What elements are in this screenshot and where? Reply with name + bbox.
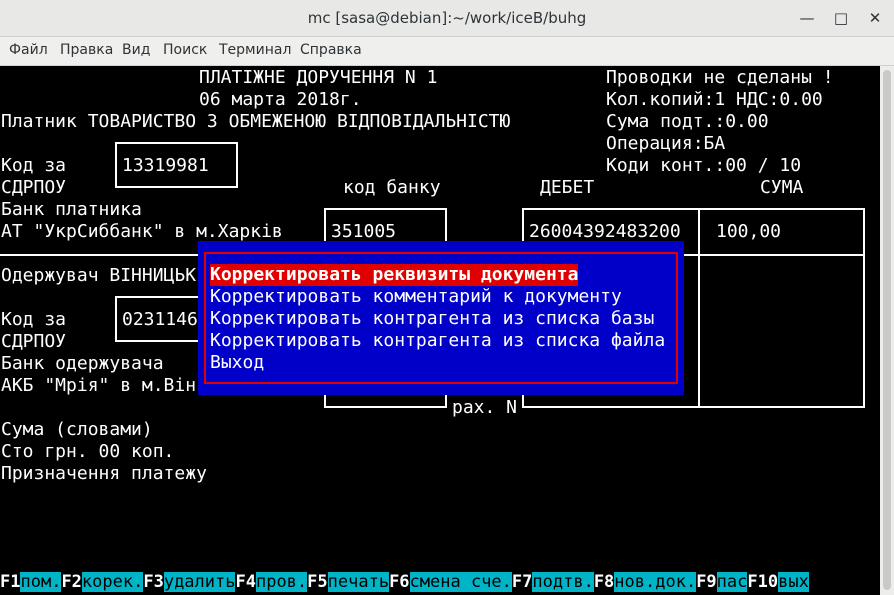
fkey-f3-label[interactable]: удалить xyxy=(163,572,236,592)
fkey-f4[interactable]: F4 xyxy=(235,572,255,592)
operation: Операция:БА xyxy=(606,133,726,154)
fkey-f2[interactable]: F2 xyxy=(61,572,81,592)
payer-code-value: 13319981 xyxy=(122,155,209,176)
recipient-code-value: 0231146 xyxy=(122,309,198,330)
fkey-f9-label[interactable]: пас xyxy=(716,572,748,592)
recipient-name: Одержувач ВІННИЦЬК xyxy=(1,265,197,286)
recipient-divider xyxy=(0,254,200,256)
menu-view[interactable]: Вид xyxy=(122,42,150,58)
payer-code-label: Код за xyxy=(1,155,67,176)
menu-item-edit-counterparty-db[interactable]: Корректировать контрагента из списка баз… xyxy=(210,308,654,330)
payer-bank-code: 351005 xyxy=(331,221,397,242)
fkey-f6-label[interactable]: смена сче. xyxy=(409,572,512,592)
fkey-f7-label[interactable]: подтв. xyxy=(532,572,594,592)
fkey-f2-label[interactable]: корек. xyxy=(81,572,144,592)
sum-words-label: Сума (словами) xyxy=(1,419,153,440)
bank-code-label: код банку xyxy=(343,177,441,198)
minimize-button[interactable]: — xyxy=(796,8,818,28)
contract-codes: Коди конт.:00 / 10 xyxy=(606,155,802,176)
doc-date: 06 марта 2018г. xyxy=(199,89,362,110)
debit-label: ДЕБЕТ xyxy=(540,177,595,198)
fkey-f1-label[interactable]: пом. xyxy=(20,572,62,592)
purpose-label: Призначення платежу xyxy=(1,463,207,484)
fkey-f8[interactable]: F8 xyxy=(594,572,614,592)
window-title: mc [sasa@debian]:~/work/iceB/buhg xyxy=(307,9,587,27)
menu-bar: Файл Правка Вид Поиск Терминал Справка xyxy=(0,37,894,66)
scrollbar-thumb[interactable] xyxy=(883,70,891,590)
table-divider xyxy=(698,208,700,408)
menu-item-edit-requisites[interactable]: Корректировать реквизиты документа xyxy=(210,264,579,286)
fkey-f5[interactable]: F5 xyxy=(307,572,327,592)
menu-help[interactable]: Справка xyxy=(300,42,362,58)
fkey-f10-label[interactable]: вых xyxy=(778,572,809,592)
recipient-bank-label: Банк одержувача xyxy=(1,353,164,374)
fkey-f10[interactable]: F10 xyxy=(747,572,778,592)
fkey-f3[interactable]: F3 xyxy=(143,572,163,592)
amount-value: 100,00 xyxy=(716,221,782,242)
fkey-f8-label[interactable]: нов.док. xyxy=(614,572,697,592)
menu-search[interactable]: Поиск xyxy=(163,42,207,58)
function-key-bar: F1пом.F2корек.F3удалитьF4пров.F5печатьF6… xyxy=(0,571,809,593)
sum-confirmed: Сума подт.:0.00 xyxy=(606,111,769,132)
menu-item-edit-comment[interactable]: Корректировать комментарий к документу xyxy=(210,286,622,308)
fkey-f5-label[interactable]: печать xyxy=(327,572,390,592)
recipient-code-label: Код за xyxy=(1,309,67,330)
fkey-f6[interactable]: F6 xyxy=(389,572,409,592)
payer-bank-name: АТ "УкрСиббанк" в м.Харків xyxy=(1,221,283,242)
status-text: Проводки не сделаны ! xyxy=(606,67,834,88)
close-button[interactable]: ✕ xyxy=(864,8,886,28)
menu-edit[interactable]: Правка xyxy=(60,42,113,58)
recipient-bank-name: АКБ "Мрія" в м.Він xyxy=(1,375,197,396)
menu-terminal[interactable]: Терминал xyxy=(219,42,291,58)
fkey-f9[interactable]: F9 xyxy=(696,572,716,592)
menu-file[interactable]: Файл xyxy=(9,42,48,58)
debit-account: 26004392483200 xyxy=(529,221,681,242)
fkey-f4-label[interactable]: пров. xyxy=(255,572,308,592)
menu-item-edit-counterparty-file[interactable]: Корректировать контрагента из списка фай… xyxy=(210,330,665,352)
menu-item-exit[interactable]: Выход xyxy=(210,352,264,374)
recipient-code-label-2: СДРПОУ xyxy=(1,331,67,352)
payer-code-label-2: СДРПОУ xyxy=(1,177,67,198)
payer-name: Платник ТОВАРИСТВО З ОБМЕЖЕНОЮ ВІДПОВІДА… xyxy=(1,111,511,132)
copies-vat: Кол.копий:1 НДС:0.00 xyxy=(606,89,823,110)
sum-label: СУМА xyxy=(760,177,804,198)
maximize-button[interactable]: □ xyxy=(830,8,852,28)
payer-bank-label: Банк платника xyxy=(1,199,142,220)
sum-words-value: Сто грн. 00 коп. xyxy=(1,441,175,462)
account-number-label: рах. N xyxy=(452,397,518,418)
fkey-f7[interactable]: F7 xyxy=(512,572,532,592)
doc-title: ПЛАТІЖНЕ ДОРУЧЕННЯ N 1 xyxy=(199,67,438,88)
fkey-f1[interactable]: F1 xyxy=(0,572,20,592)
title-bar: mc [sasa@debian]:~/work/iceB/buhg — □ ✕ xyxy=(0,0,894,37)
